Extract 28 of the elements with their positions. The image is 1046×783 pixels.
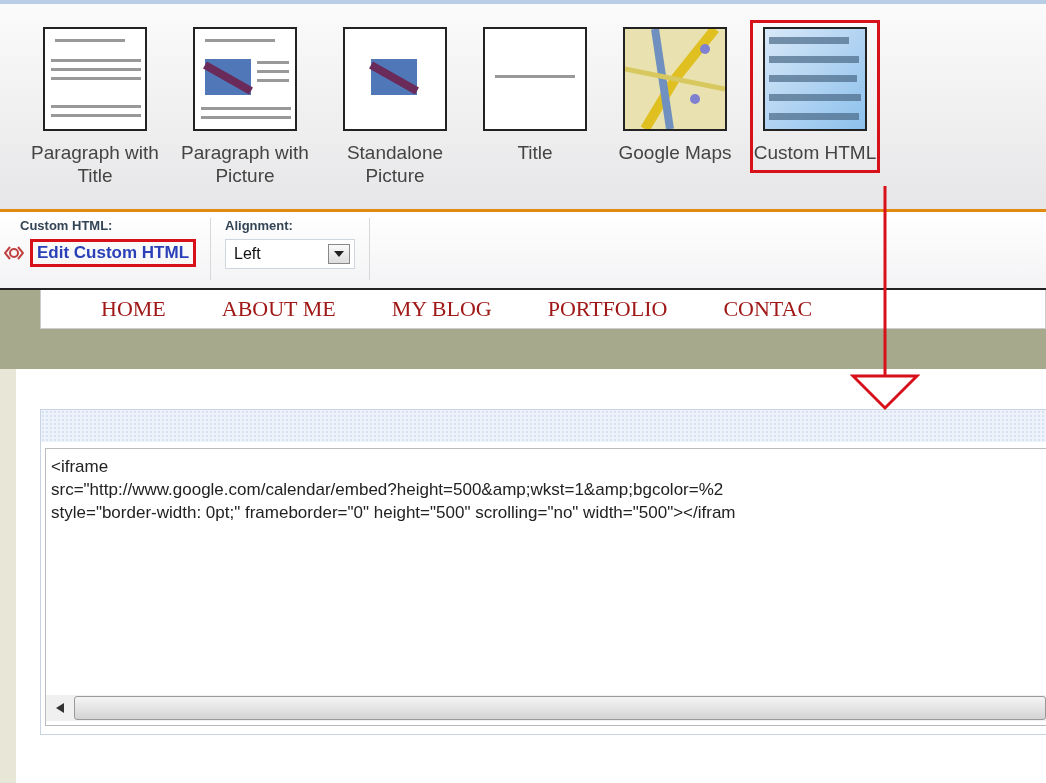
alignment-label: Alignment: — [225, 218, 294, 233]
code-line: src="http://www.google.com/calendar/embed?height=500&amp;wkst=1&amp;bgcolor=%2 — [51, 479, 725, 501]
scroll-left-icon — [56, 703, 64, 713]
nav-link[interactable]: HOME — [101, 296, 166, 322]
edit-link[interactable]: Edit Custom HTML — [30, 239, 197, 267]
ribbon-item[interactable]: Paragraph with Title — [20, 20, 170, 196]
nav-link[interactable]: PORTFOLIO — [547, 296, 668, 322]
item-label: Google Maps — [618, 141, 732, 164]
nav-link[interactable]: ABOUT ME — [221, 296, 336, 322]
item-label: Custom HTML — [753, 141, 877, 164]
nav-link[interactable]: CONTAC — [723, 296, 813, 322]
ribbon-item[interactable]: Title — [470, 20, 600, 173]
item-label: Paragraph with Picture — [180, 141, 310, 187]
item-label: Paragraph with Title — [30, 141, 160, 187]
ribbon-item[interactable]: Paragraph with Picture — [170, 20, 320, 196]
section-label: Custom HTML: — [20, 218, 114, 233]
nav-link[interactable]: MY BLOG — [391, 296, 492, 322]
html-text-area[interactable]: <iframe src="http://www.google.com/calendar/embed?height=500&amp;wkst=1&amp;bgcolor=%2 style="border-width: 0pt;" frameborder="0" height="500" scrolling="no" width="500"></ifram — [45, 448, 1046, 726]
caret-icon — [328, 244, 351, 264]
alignment-select[interactable]: Left — [225, 239, 356, 269]
ribbon-item[interactable]: Custom HTML — [750, 20, 880, 173]
item-label: Title — [517, 141, 553, 164]
item-label: Standalone Picture — [345, 141, 445, 187]
ribbon-item[interactable]: Standalone Picture — [320, 20, 470, 196]
ribbon-item[interactable]: Google Maps — [600, 20, 750, 173]
code-line: <iframe — [51, 456, 110, 478]
code-line: style="border-width: 0pt;" frameborder="0" height="500" scrolling="no" width="500"></ifram — [51, 502, 737, 524]
code-icon — [4, 244, 24, 262]
